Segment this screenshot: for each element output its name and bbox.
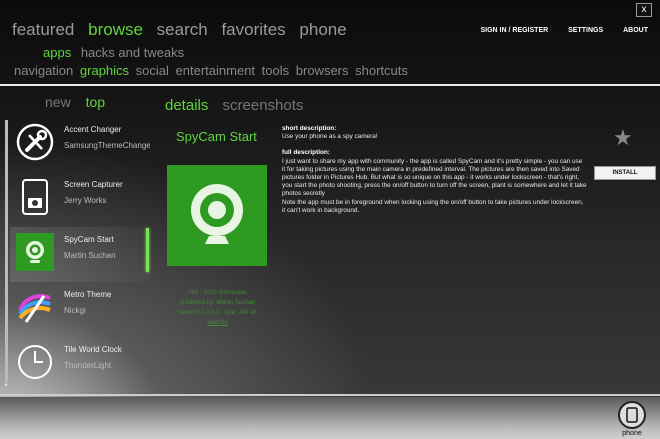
category-nav: apps hacks and tweaks xyxy=(43,45,190,60)
tab-details[interactable]: details xyxy=(165,97,208,114)
phone-label: phone xyxy=(622,430,642,437)
webcam-icon xyxy=(167,165,267,266)
nav-tools[interactable]: tools xyxy=(262,63,289,78)
star-icon[interactable]: ★ xyxy=(613,125,633,151)
nav-graphics[interactable]: graphics xyxy=(80,63,129,78)
nav-hacks-tweaks[interactable]: hacks and tweaks xyxy=(81,45,184,60)
nav-search[interactable]: search xyxy=(157,20,208,39)
tab-screenshots[interactable]: screenshots xyxy=(223,97,304,114)
list-item[interactable]: Metro Theme Nickgi xyxy=(10,282,150,337)
nav-browsers[interactable]: browsers xyxy=(296,63,349,78)
nav-shortcuts[interactable]: shortcuts xyxy=(355,63,408,78)
subcategory-nav: navigation graphics social entertainment… xyxy=(14,63,411,78)
downloads-count: 750 - 1000 downloads xyxy=(187,290,248,296)
nav-social[interactable]: social xyxy=(136,63,169,78)
nav-browse[interactable]: browse xyxy=(88,20,143,39)
clock-icon xyxy=(16,343,54,381)
wrench-screwdriver-icon xyxy=(16,123,54,161)
app-author: Nickgi xyxy=(64,306,86,315)
bottom-bar xyxy=(0,397,660,439)
list-scrollbar[interactable] xyxy=(5,120,8,382)
app-author: Jerry Works xyxy=(64,196,107,205)
nav-favorites[interactable]: favorites xyxy=(221,20,285,39)
short-description: Use your phone as a spy camera! xyxy=(282,133,378,141)
app-title: SpyCam Start xyxy=(176,129,257,144)
nav-phone[interactable]: phone xyxy=(299,20,346,39)
app-author: SamsungThemeChanger xyxy=(64,141,150,150)
nav-entertainment[interactable]: entertainment xyxy=(176,63,256,78)
phone-icon xyxy=(618,401,646,429)
app-name: SpyCam Start xyxy=(64,235,114,244)
version: version: 1.0.0.0 xyxy=(178,310,220,316)
close-button[interactable]: x xyxy=(636,3,652,17)
signin-link[interactable]: SIGN IN / REGISTER xyxy=(481,27,549,34)
app-author: Martin Suchan xyxy=(64,251,116,260)
list-item[interactable]: Screen Capturer Jerry Works xyxy=(10,172,150,227)
app-name: Tile World Clock xyxy=(64,345,122,354)
nav-apps[interactable]: apps xyxy=(43,45,71,60)
short-description-label: short description: xyxy=(282,125,337,132)
website-link[interactable]: website xyxy=(160,318,275,328)
description-note: Note the app must be in foreground when … xyxy=(282,198,584,214)
phone-camera-icon xyxy=(16,178,54,216)
settings-link[interactable]: SETTINGS xyxy=(568,27,603,34)
tab-new[interactable]: new xyxy=(45,94,71,110)
about-link[interactable]: ABOUT xyxy=(623,27,648,34)
app-author: ThunderLight xyxy=(64,361,112,370)
install-button[interactable]: INSTALL xyxy=(594,166,656,180)
app-name: Accent Changer xyxy=(64,125,122,134)
app-name: Screen Capturer xyxy=(64,180,123,189)
app-list: Accent Changer SamsungThemeChanger Scree… xyxy=(10,117,150,389)
phone-button[interactable]: phone xyxy=(618,401,646,437)
app-stats: 750 - 1000 downloads published by: Marti… xyxy=(160,288,275,328)
main-nav: featured browse search favorites phone xyxy=(12,20,356,40)
publisher: published by: Martin Suchan xyxy=(179,300,256,306)
paint-brush-icon xyxy=(16,288,54,326)
full-description: I just want to share my app with communi… xyxy=(282,157,587,198)
detail-tabs: details screenshots xyxy=(165,97,313,114)
app-name: Metro Theme xyxy=(64,290,112,299)
webcam-icon xyxy=(16,233,54,271)
scroll-down-arrow-icon[interactable]: ▼ xyxy=(3,383,9,389)
selection-indicator xyxy=(146,228,149,272)
full-description-label: full description: xyxy=(282,149,330,157)
nav-featured[interactable]: featured xyxy=(12,20,74,39)
list-tabs: new top xyxy=(45,94,116,110)
list-item-selected[interactable]: SpyCam Start Martin Suchan xyxy=(10,227,150,282)
nav-navigation[interactable]: navigation xyxy=(14,63,73,78)
list-item[interactable]: Accent Changer SamsungThemeChanger xyxy=(10,117,150,172)
divider-bottom xyxy=(0,394,660,396)
divider-top xyxy=(0,84,660,86)
top-links: SIGN IN / REGISTER SETTINGS ABOUT xyxy=(463,27,649,34)
list-item[interactable]: Tile World Clock ThunderLight xyxy=(10,337,150,389)
size: size: 242 kb xyxy=(224,310,257,316)
tab-top[interactable]: top xyxy=(86,94,105,110)
description: short description: Use your phone as a s… xyxy=(282,125,587,215)
